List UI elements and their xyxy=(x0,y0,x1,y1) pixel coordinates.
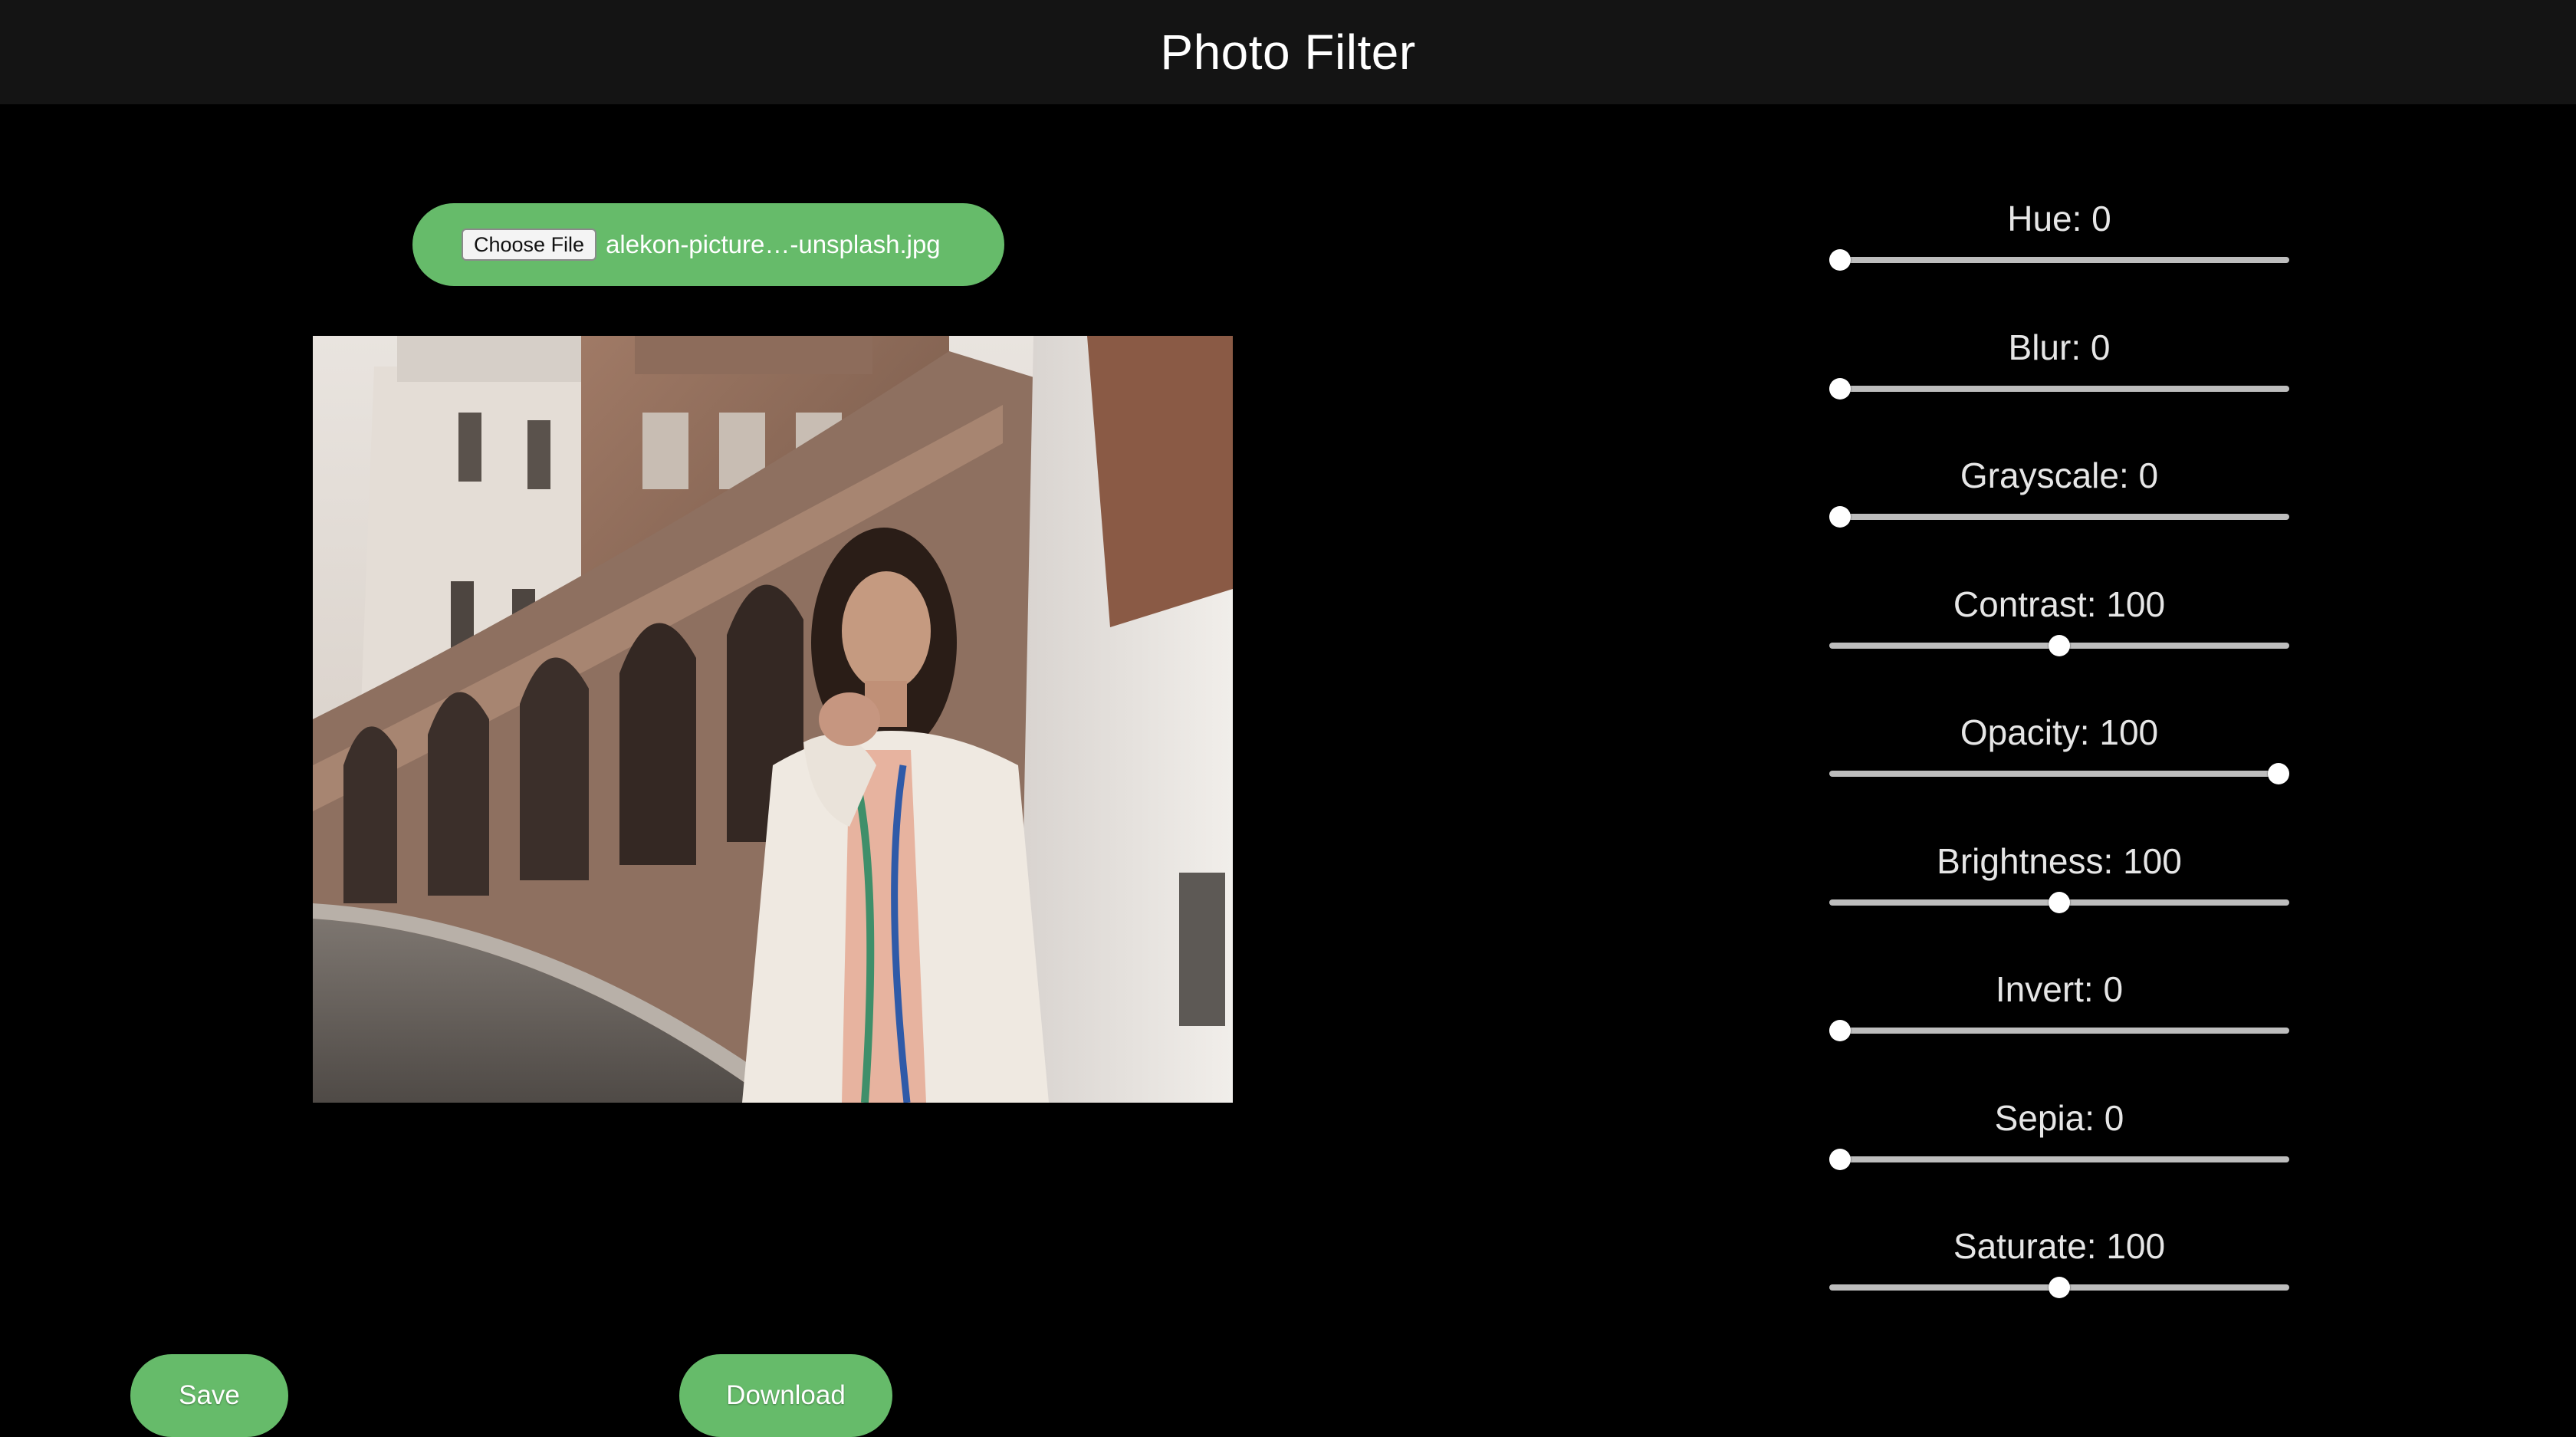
file-input-container[interactable]: Choose File alekon-picture…-unsplash.jpg xyxy=(412,203,1004,286)
filter-slider-group: Grayscale: 0 xyxy=(1829,455,2289,547)
filter-slider-group: Hue: 0 xyxy=(1829,198,2289,290)
filter-label: Contrast: 100 xyxy=(1953,584,2166,624)
page-title: Photo Filter xyxy=(1160,25,1416,80)
filter-label: Saturate: 100 xyxy=(1953,1226,2166,1266)
filter-slider-thumb[interactable] xyxy=(1829,377,1851,400)
filter-label: Hue: 0 xyxy=(2007,199,2111,238)
filter-slider-thumb[interactable] xyxy=(2049,891,2070,913)
filter-slider-group: Sepia: 0 xyxy=(1829,1097,2289,1189)
filter-label: Blur: 0 xyxy=(2008,327,2111,367)
filter-slider-track[interactable] xyxy=(1829,257,2289,263)
filter-label: Grayscale: 0 xyxy=(1960,455,2159,495)
filter-slider-track[interactable] xyxy=(1829,1028,2289,1034)
choose-file-button[interactable]: Choose File xyxy=(462,229,597,261)
filter-slider-group: Brightness: 100 xyxy=(1829,840,2289,932)
filter-slider-track[interactable] xyxy=(1829,1156,2289,1162)
filter-slider-thumb[interactable] xyxy=(1829,506,1851,528)
filter-slider-group: Saturate: 100 xyxy=(1829,1225,2289,1317)
filter-slider-thumb[interactable] xyxy=(1829,249,1851,271)
filter-label: Brightness: 100 xyxy=(1937,840,2182,881)
filter-slider-track[interactable] xyxy=(1829,385,2289,392)
filter-slider-group: Contrast: 100 xyxy=(1829,584,2289,676)
filter-slider-thumb[interactable] xyxy=(2049,1277,2070,1298)
app-header: Photo Filter xyxy=(0,0,2576,104)
filter-slider-group: Blur: 0 xyxy=(1829,327,2289,419)
save-button[interactable]: Save xyxy=(130,1354,288,1437)
filter-label: Invert: 0 xyxy=(1995,969,2124,1009)
filter-slider-group: Invert: 0 xyxy=(1829,968,2289,1060)
filter-label: Sepia: 0 xyxy=(1994,1097,2124,1138)
filter-slider-thumb[interactable] xyxy=(2268,763,2289,784)
filter-slider-thumb[interactable] xyxy=(1829,1020,1851,1041)
filter-slider-group: Opacity: 100 xyxy=(1829,712,2289,804)
preview-image xyxy=(313,336,1233,1103)
filter-slider-track[interactable] xyxy=(1829,514,2289,520)
filter-slider-thumb[interactable] xyxy=(1829,1148,1851,1170)
filter-slider-track[interactable] xyxy=(1829,771,2289,777)
selected-file-name: alekon-picture…-unsplash.jpg xyxy=(606,230,941,258)
download-button[interactable]: Download xyxy=(679,1354,892,1437)
filter-label: Opacity: 100 xyxy=(1960,712,2159,752)
filter-slider-thumb[interactable] xyxy=(2049,634,2070,656)
